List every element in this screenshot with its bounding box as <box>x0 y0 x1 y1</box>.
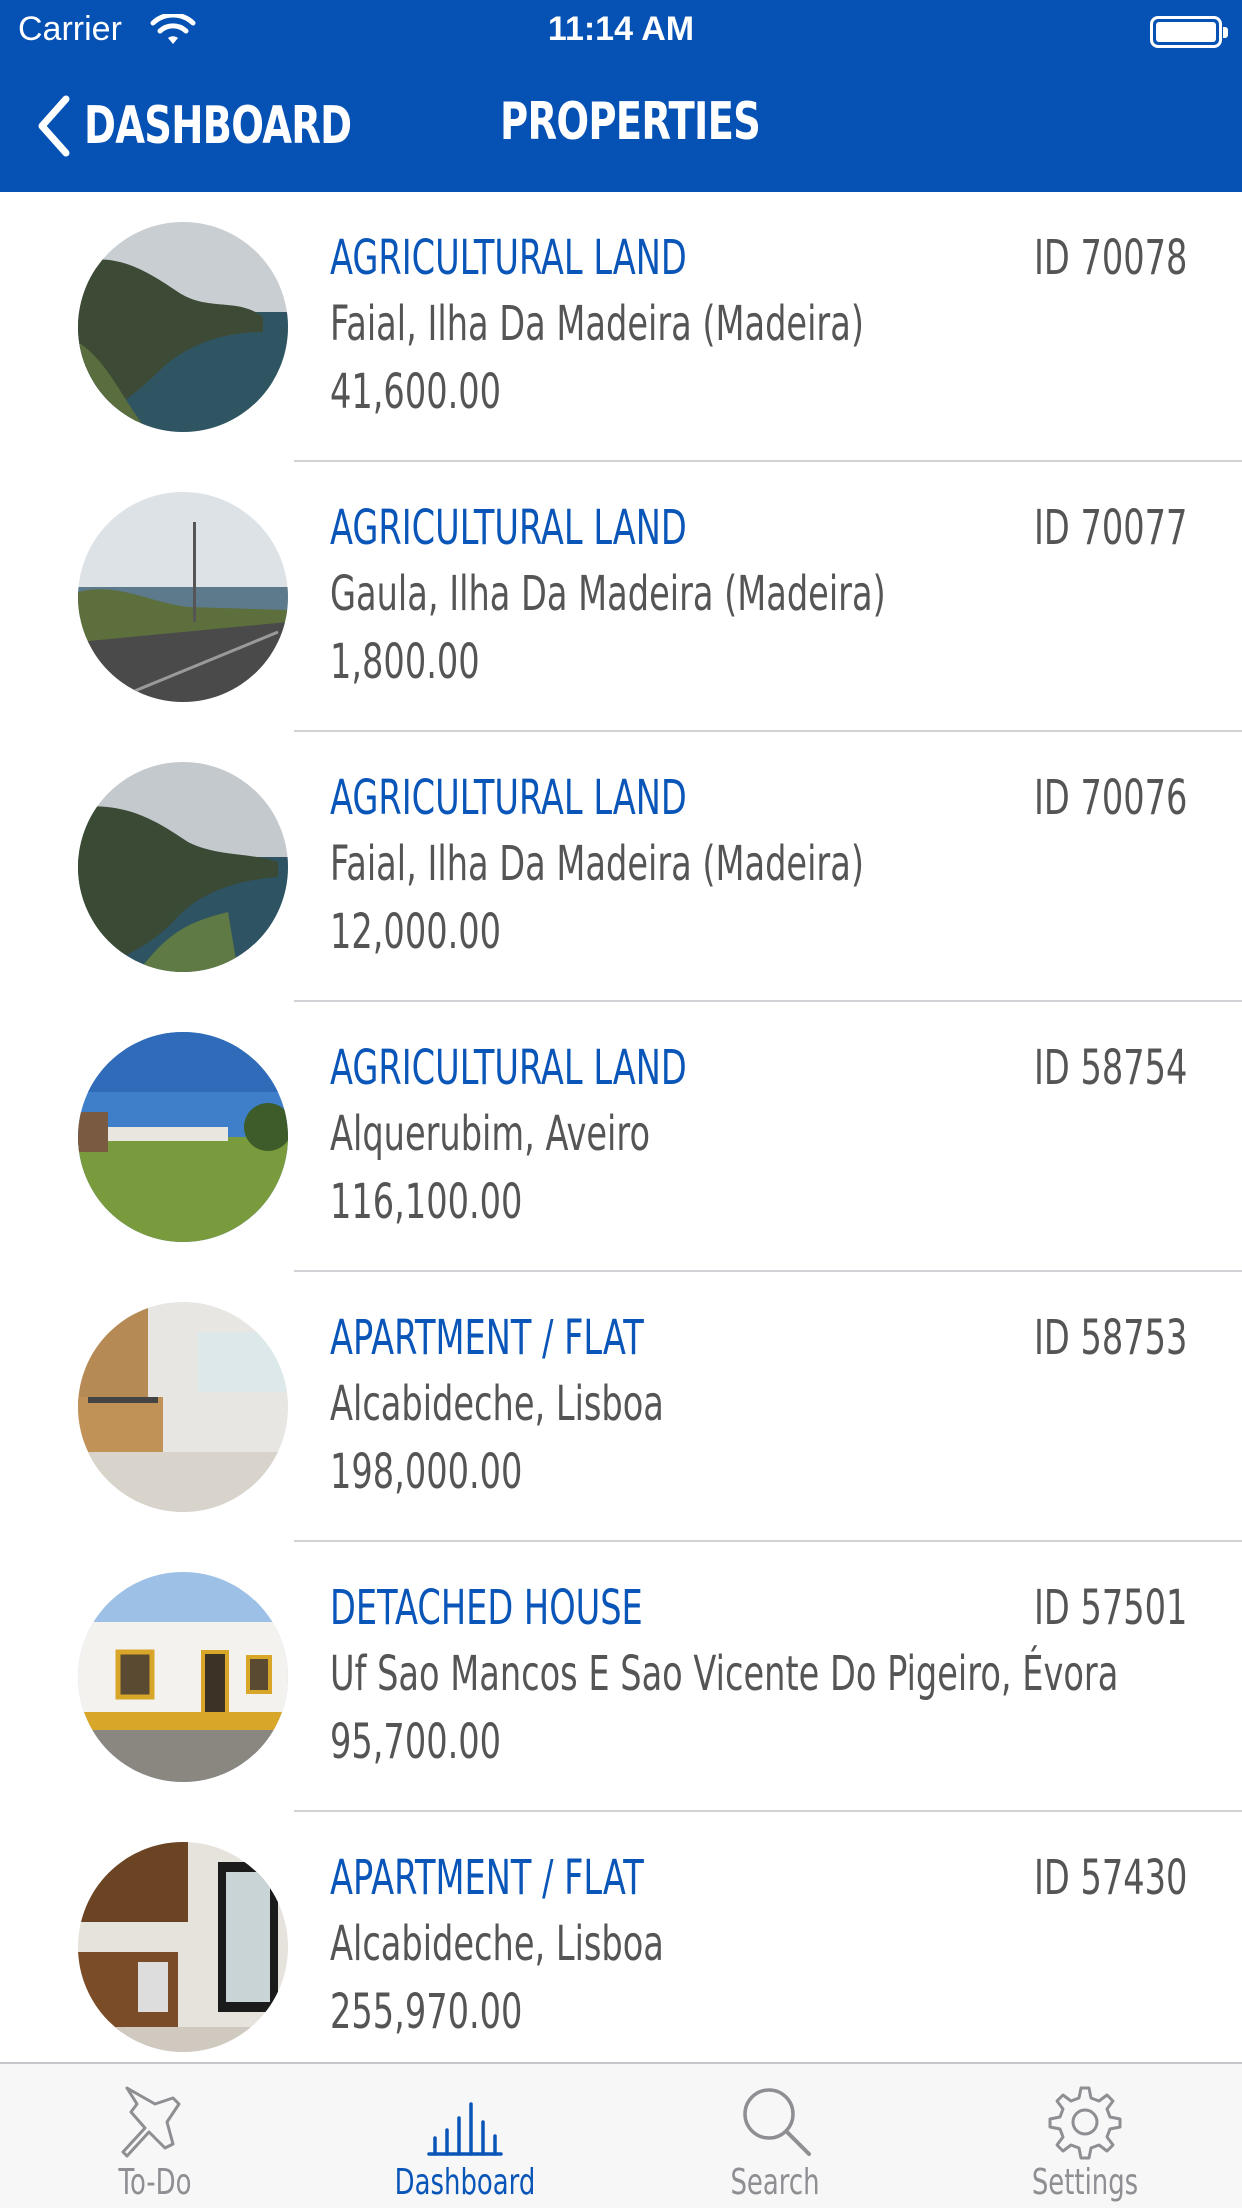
property-photo <box>78 1842 288 2052</box>
tab-label: To-Do <box>118 2162 192 2203</box>
property-location: Alquerubim, Aveiro <box>330 1106 651 1162</box>
property-type: AGRICULTURAL LAND <box>330 1040 687 1096</box>
tab-bar: To-Do Dashboard Search Settings <box>0 2062 1242 2208</box>
property-type: AGRICULTURAL LAND <box>330 230 687 286</box>
property-price: 116,100.00 <box>330 1174 523 1230</box>
property-price: 255,970.00 <box>330 1984 523 2040</box>
property-price: 41,600.00 <box>330 364 502 420</box>
property-type: APARTMENT / FLAT <box>330 1850 644 1906</box>
battery-icon <box>1150 16 1228 48</box>
tab-to-do[interactable]: To-Do <box>0 2064 310 2208</box>
tab-dashboard[interactable]: Dashboard <box>310 2064 620 2208</box>
property-location: Gaula, Ilha Da Madeira (Madeira) <box>330 566 886 622</box>
chevron-left-icon <box>38 95 70 157</box>
property-photo <box>78 492 288 702</box>
property-location: Faial, Ilha Da Madeira (Madeira) <box>330 836 864 892</box>
gear-icon <box>1048 2086 1122 2160</box>
property-id: ID 57430 <box>1034 1850 1188 1906</box>
property-location: Alcabideche, Lisboa <box>330 1376 664 1432</box>
property-price: 198,000.00 <box>330 1444 523 1500</box>
property-type: AGRICULTURAL LAND <box>330 500 687 556</box>
property-location: Uf Sao Mancos E Sao Vicente Do Pigeiro, … <box>330 1646 1119 1702</box>
property-type: DETACHED HOUSE <box>330 1580 643 1636</box>
tab-label: Dashboard <box>394 2162 536 2203</box>
property-id: ID 57501 <box>1034 1580 1188 1636</box>
property-id: ID 70076 <box>1034 770 1188 826</box>
back-button-label: DASHBOARD <box>84 96 352 156</box>
property-type: APARTMENT / FLAT <box>330 1310 644 1366</box>
tab-search[interactable]: Search <box>620 2064 930 2208</box>
page-title: PROPERTIES <box>500 92 761 152</box>
property-price: 12,000.00 <box>330 904 502 960</box>
property-photo <box>78 222 288 432</box>
property-row[interactable]: AGRICULTURAL LAND ID 70076 Faial, Ilha D… <box>0 732 1242 1002</box>
property-price: 95,700.00 <box>330 1714 502 1770</box>
property-location: Alcabideche, Lisboa <box>330 1916 664 1972</box>
property-id: ID 58753 <box>1034 1310 1188 1366</box>
status-time: 11:14 AM <box>547 10 695 48</box>
search-icon <box>743 2088 811 2156</box>
status-bar: Carrier 11:14 AM <box>0 0 1242 60</box>
property-row[interactable]: APARTMENT / FLAT ID 58753 Alcabideche, L… <box>0 1272 1242 1542</box>
property-id: ID 70078 <box>1034 230 1188 286</box>
tab-label: Settings <box>1031 2162 1139 2203</box>
property-id: ID 58754 <box>1034 1040 1188 1096</box>
property-photo <box>78 1302 288 1512</box>
navigation-header: Carrier 11:14 AM DASHBOARD PROPERTIES <box>0 0 1242 192</box>
property-photo <box>78 762 288 972</box>
property-type: AGRICULTURAL LAND <box>330 770 687 826</box>
property-row[interactable]: AGRICULTURAL LAND ID 70078 Faial, Ilha D… <box>0 192 1242 462</box>
property-photo <box>78 1572 288 1782</box>
property-list[interactable]: AGRICULTURAL LAND ID 70078 Faial, Ilha D… <box>0 192 1242 2062</box>
property-row[interactable]: APARTMENT / FLAT ID 57430 Alcabideche, L… <box>0 1812 1242 2062</box>
tab-label: Search <box>730 2162 820 2203</box>
property-price: 1,800.00 <box>330 634 480 690</box>
tab-settings[interactable]: Settings <box>930 2064 1240 2208</box>
property-id: ID 70077 <box>1034 500 1188 556</box>
bar-chart-icon <box>427 2102 503 2156</box>
property-row[interactable]: AGRICULTURAL LAND ID 70077 Gaula, Ilha D… <box>0 462 1242 732</box>
back-button[interactable]: DASHBOARD <box>36 90 445 162</box>
property-row[interactable]: AGRICULTURAL LAND ID 58754 Alquerubim, A… <box>0 1002 1242 1272</box>
property-location: Faial, Ilha Da Madeira (Madeira) <box>330 296 864 352</box>
pin-icon <box>121 2086 181 2158</box>
property-photo <box>78 1032 288 1242</box>
property-row[interactable]: DETACHED HOUSE ID 57501 Uf Sao Mancos E … <box>0 1542 1242 1812</box>
